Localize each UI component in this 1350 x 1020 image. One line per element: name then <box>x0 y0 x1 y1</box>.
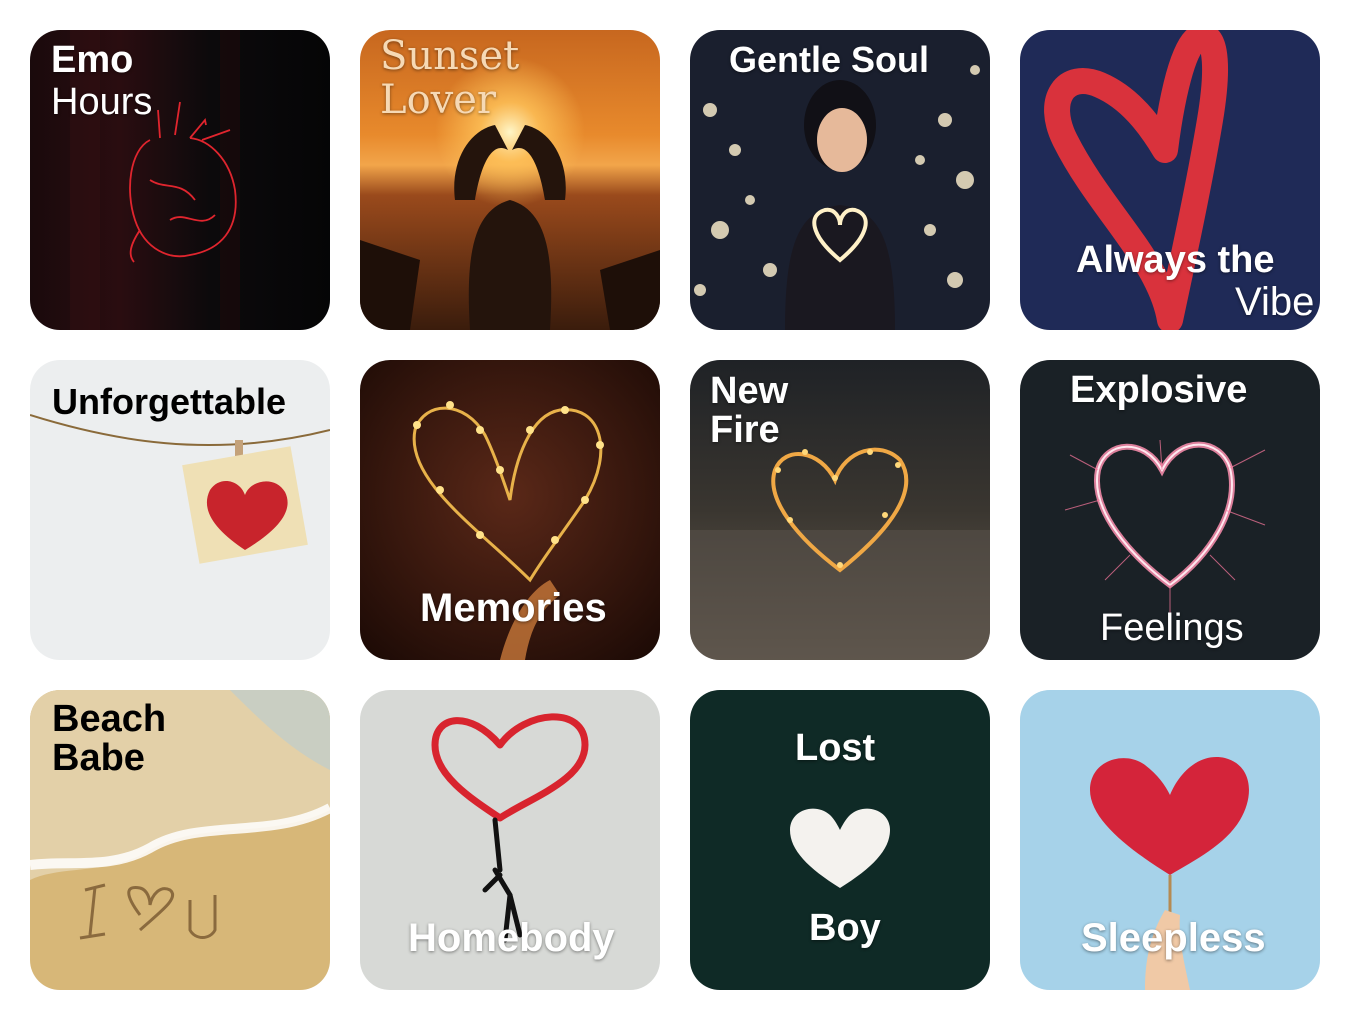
playlist-tile-always-the-vibe[interactable]: Always the Vibe <box>1020 30 1320 330</box>
tile-title: Sleepless <box>1081 916 1266 960</box>
playlist-tile-beach-babe[interactable]: Beach Babe <box>30 690 330 990</box>
tile-title-line: Emo <box>51 39 134 81</box>
tile-title: Homebody <box>408 916 615 960</box>
tile-title-line: Hours <box>51 80 153 123</box>
playlist-tile-homebody[interactable]: Homebody <box>360 690 660 990</box>
tile-title-line: Beach <box>52 698 167 740</box>
playlist-tile-sunset-lover[interactable]: Sunset Lover <box>360 30 660 330</box>
tile-title: Beach Babe <box>52 700 166 778</box>
tile-title: Emo Hours <box>51 39 153 124</box>
tile-title: Explosive <box>1070 369 1248 412</box>
playlist-tile-new-fire[interactable]: New Fire <box>690 360 990 660</box>
tile-title: Unforgettable <box>52 382 286 422</box>
tile-title-line: Vibe <box>1235 280 1315 324</box>
tile-title-line: Sunset <box>380 33 520 79</box>
tile-title-line: Gentle Soul <box>729 39 930 80</box>
tile-subtitle: Boy <box>809 907 881 950</box>
playlist-tile-memories[interactable]: Memories <box>360 360 660 660</box>
tile-title-line: Explosive <box>1070 369 1248 411</box>
playlist-tile-gentle-soul[interactable]: Gentle Soul <box>690 30 990 330</box>
tile-title-line: Unforgettable <box>52 381 286 422</box>
tile-title: Gentle Soul <box>729 40 929 80</box>
tile-title: Lost <box>795 727 876 770</box>
tile-title-line: Homebody <box>408 916 615 960</box>
tile-title-line: Fire <box>710 408 780 451</box>
tile-title: New Fire <box>710 372 788 450</box>
tile-title-line: Boy <box>809 907 881 949</box>
playlist-tile-emo-hours[interactable]: Emo Hours <box>30 30 330 330</box>
playlist-tile-explosive-feelings[interactable]: Explosive Feelings <box>1020 360 1320 660</box>
tile-title-line: Lost <box>795 727 876 769</box>
tile-title-line: Lover <box>380 77 497 123</box>
tile-title-line: Feelings <box>1100 607 1244 649</box>
tile-subtitle: Feelings <box>1100 607 1244 650</box>
tile-title-line: Sleepless <box>1081 916 1266 960</box>
playlist-tile-sleepless[interactable]: Sleepless <box>1020 690 1320 990</box>
playlist-tile-lost-boy[interactable]: Lost Boy <box>690 690 990 990</box>
tile-title: Memories <box>420 586 607 630</box>
tile-title-line: New <box>710 370 789 412</box>
tile-subtitle: Vibe <box>1235 280 1314 324</box>
tile-title: Sunset Lover <box>380 34 519 122</box>
tile-title-line: Babe <box>52 736 145 779</box>
tile-title-line: Always the <box>1076 239 1275 281</box>
tile-title-line: Memories <box>420 586 607 630</box>
tile-title: Always the <box>1076 239 1275 282</box>
playlist-tile-unforgettable[interactable]: Unforgettable <box>30 360 330 660</box>
